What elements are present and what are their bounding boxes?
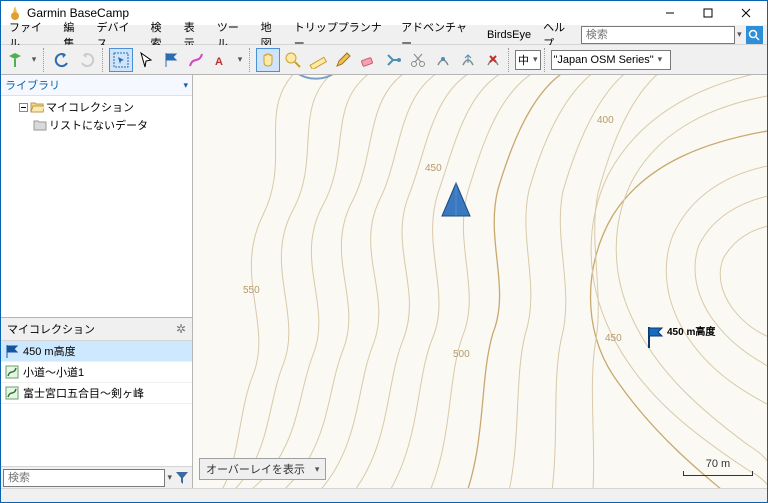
folder-open-icon — [30, 101, 44, 113]
move-point-tool-button[interactable] — [456, 48, 480, 72]
sidebar-search-dropdown[interactable]: ▾ — [167, 472, 172, 483]
chevron-down-icon: ▾ — [533, 54, 538, 65]
collection-list: 450 m高度 小道～小道1 富士宮口五合目～剣ヶ峰 — [1, 341, 192, 466]
delete-point-tool-button[interactable] — [481, 48, 505, 72]
svg-text:A: A — [215, 56, 223, 68]
cut-tool-button[interactable] — [406, 48, 430, 72]
track-icon — [5, 365, 19, 379]
position-marker[interactable] — [439, 181, 473, 222]
tree-label: マイコレクション — [46, 99, 134, 115]
collection-title: マイコレクション — [7, 321, 95, 337]
folder-icon — [33, 119, 47, 131]
flag-icon — [645, 325, 665, 349]
hand-tool-button[interactable] — [256, 48, 280, 72]
library-header[interactable]: ライブラリ ▾ — [1, 75, 192, 96]
menu-bar: ファイル 編集 デバイス 検索 表示 ツール 地図 トリッププランナー アドベン… — [1, 25, 767, 45]
waypoint-marker[interactable]: 450 m高度 — [661, 325, 715, 349]
maximize-button[interactable] — [689, 1, 727, 25]
menu-birdseye[interactable]: BirdsEye — [481, 27, 537, 43]
scale-bar: 70 m — [683, 458, 753, 476]
split-tool-button[interactable] — [381, 48, 405, 72]
tree-node-my-collection[interactable]: マイコレクション — [5, 98, 188, 116]
chevron-down-icon: ▾ — [315, 464, 320, 475]
sidebar: ライブラリ ▾ マイコレクション リストにないデータ マイコレクション ✲ — [1, 75, 193, 488]
contour-label: 550 — [243, 285, 260, 296]
map-product-selector[interactable]: "Japan OSM Series" ▾ — [551, 50, 671, 70]
contour-layer — [193, 75, 767, 488]
contour-label: 400 — [597, 115, 614, 126]
route-tool-button[interactable] — [184, 48, 208, 72]
contour-label: 450 — [605, 333, 622, 344]
scale-label: 70 m — [706, 458, 730, 470]
undo-button[interactable] — [50, 48, 74, 72]
list-item-label: 小道～小道1 — [23, 364, 84, 380]
global-search-input[interactable] — [581, 26, 735, 44]
tree-label: リストにないデータ — [49, 117, 148, 133]
flag-icon — [5, 344, 19, 358]
list-item-track[interactable]: 小道～小道1 — [1, 362, 192, 383]
search-icon — [748, 29, 760, 41]
minimize-button[interactable] — [651, 1, 689, 25]
insert-tool-button[interactable] — [431, 48, 455, 72]
map-canvas[interactable]: 400 450 550 500 450 450 m高度 オーバーレイを表示 ▾ … — [193, 75, 767, 488]
chevron-down-icon: ▾ — [658, 54, 663, 65]
library-panel: ライブラリ ▾ マイコレクション リストにないデータ — [1, 75, 192, 318]
measure-tool-button[interactable] — [306, 48, 330, 72]
select-tool-button[interactable] — [109, 48, 133, 72]
sidebar-search-input[interactable] — [3, 469, 165, 487]
list-item-label: 450 m高度 — [23, 343, 76, 359]
status-bar — [1, 488, 767, 502]
contour-label: 500 — [453, 349, 470, 360]
overlay-label: オーバーレイを表示 — [206, 461, 305, 477]
library-title: ライブラリ — [5, 77, 60, 93]
pointer-tool-button[interactable] — [134, 48, 158, 72]
chevron-down-icon: ▾ — [183, 80, 188, 91]
library-tree: マイコレクション リストにないデータ — [1, 96, 192, 136]
gear-icon[interactable]: ✲ — [176, 322, 186, 336]
waypoint-tool-button[interactable] — [159, 48, 183, 72]
collection-header: マイコレクション ✲ — [1, 318, 192, 341]
toolbar: ▾ A ▾ 中 ▾ "Japan OSM Series" ▾ — [1, 45, 767, 75]
text-tool-button[interactable]: A — [209, 48, 233, 72]
list-item-waypoint[interactable]: 450 m高度 — [1, 341, 192, 362]
redo-button[interactable] — [75, 48, 99, 72]
global-search-button[interactable] — [746, 26, 763, 44]
detail-level-selector[interactable]: 中 ▾ — [515, 50, 541, 70]
collection-panel: マイコレクション ✲ 450 m高度 小道～小道1 富士宮口五合目～剣ヶ峰 — [1, 318, 192, 488]
tree-node-unlisted[interactable]: リストにないデータ — [5, 116, 188, 134]
sidebar-search-bar: ▾ — [1, 466, 192, 488]
send-to-device-button[interactable] — [3, 48, 27, 72]
triangle-icon — [439, 181, 473, 219]
map-product-label: "Japan OSM Series" — [554, 54, 654, 66]
track-icon — [5, 386, 19, 400]
scale-line — [683, 471, 753, 476]
send-dropdown[interactable]: ▾ — [28, 48, 40, 72]
waypoint-label: 450 m高度 — [667, 323, 715, 338]
detail-level-label: 中 — [518, 52, 529, 68]
close-button[interactable] — [727, 1, 765, 25]
contour-label: 450 — [425, 163, 442, 174]
overlay-selector[interactable]: オーバーレイを表示 ▾ — [199, 458, 326, 480]
collapse-icon — [19, 103, 28, 112]
eraser-tool-button[interactable] — [356, 48, 380, 72]
pencil-tool-button[interactable] — [331, 48, 355, 72]
text-dropdown[interactable]: ▾ — [234, 48, 246, 72]
list-item-track[interactable]: 富士宮口五合目～剣ヶ峰 — [1, 383, 192, 404]
list-item-label: 富士宮口五合目～剣ヶ峰 — [23, 385, 144, 401]
zoom-tool-button[interactable] — [281, 48, 305, 72]
global-search-dropdown[interactable]: ▾ — [737, 29, 742, 40]
filter-icon[interactable] — [174, 470, 190, 486]
